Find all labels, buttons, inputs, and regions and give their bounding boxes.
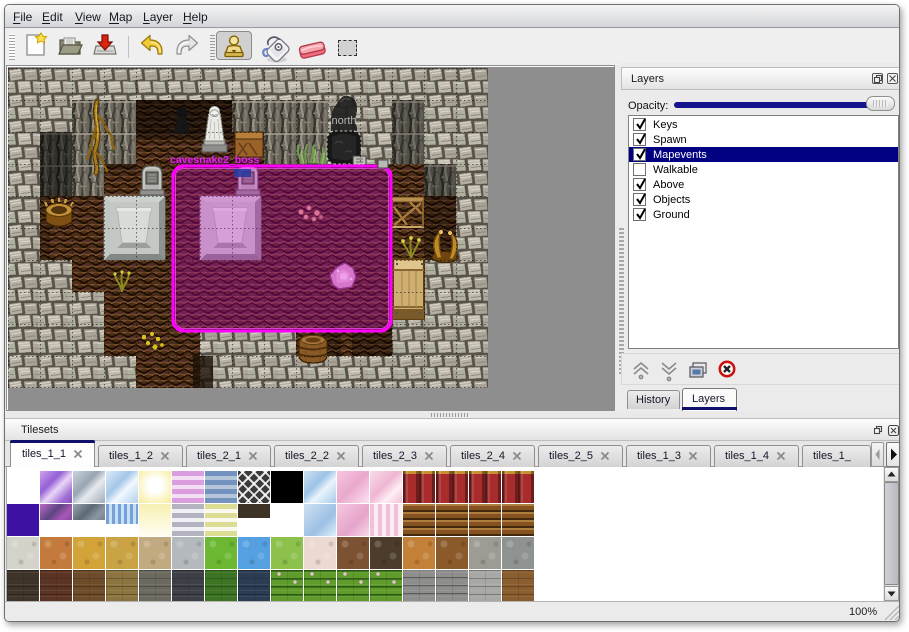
svg-text:cavesnake2_boss: cavesnake2_boss	[170, 154, 259, 166]
svg-text:north: north	[331, 115, 356, 127]
